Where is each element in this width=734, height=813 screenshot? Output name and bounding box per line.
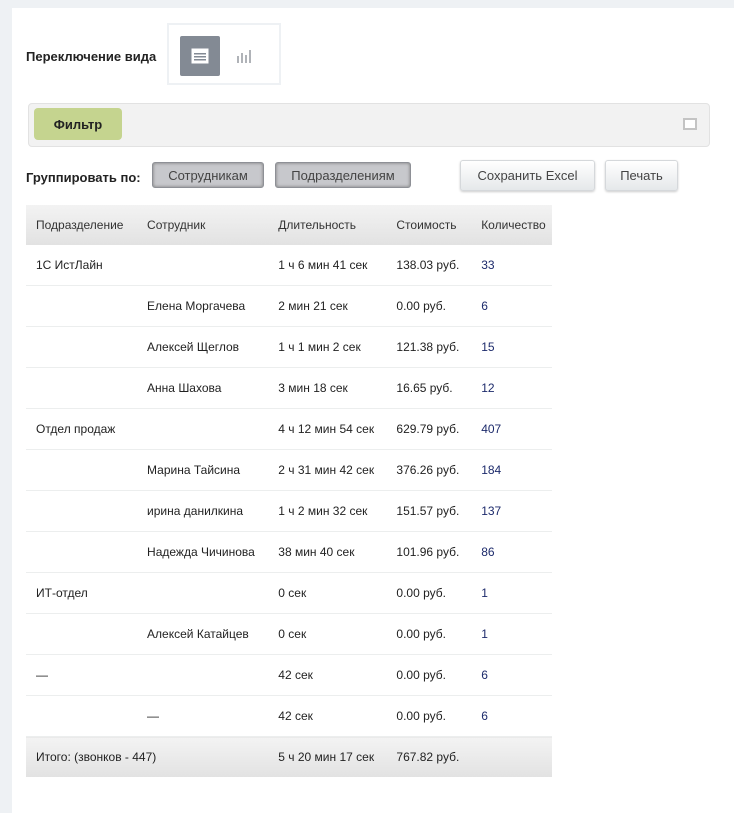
employee-cell: Алексей Щеглов	[137, 326, 269, 368]
cost-cell: 121.38 руб.	[386, 326, 472, 368]
table-row: ИТ-отдел 0 сек 0.00 руб. 1	[26, 572, 552, 614]
department-cell	[26, 490, 138, 532]
department-cell	[26, 531, 138, 573]
column-header: Количество	[471, 205, 552, 245]
table-row: Марина Тайсина 2 ч 31 мин 42 сек 376.26 ру…	[26, 449, 552, 491]
employee-cell	[137, 408, 269, 450]
count-cell: 137	[471, 490, 552, 532]
count-cell: 6	[471, 695, 552, 737]
column-header: Сотрудник	[137, 205, 269, 245]
table-row: 1С ИстЛайн 1 ч 6 мин 41 сек 138.03 руб. 33	[26, 245, 552, 286]
cost-cell: 0.00 руб.	[386, 285, 472, 327]
department-cell	[26, 695, 138, 737]
total-count	[471, 736, 552, 777]
department-cell	[26, 367, 138, 409]
employee-cell: Анна Шахова	[137, 367, 269, 409]
cost-cell: 376.26 руб.	[386, 449, 472, 491]
duration-cell: 1 ч 2 мин 32 сек	[268, 490, 387, 532]
duration-cell: 2 мин 21 сек	[268, 285, 387, 327]
count-cell: 33	[471, 245, 552, 286]
department-cell: 1С ИстЛайн	[26, 245, 138, 286]
total-label: Итого: (звонков - 447)	[26, 736, 269, 777]
cost-cell: 151.57 руб.	[386, 490, 472, 532]
employee-cell	[137, 245, 269, 286]
print-button[interactable]: Печать	[605, 160, 678, 191]
save-excel-button[interactable]: Сохранить Excel	[460, 160, 595, 191]
duration-cell: 0 сек	[268, 613, 387, 655]
table-row: Анна Шахова 3 мин 18 сек 16.65 руб. 12	[26, 367, 552, 409]
department-cell	[26, 613, 138, 655]
duration-cell: 38 мин 40 сек	[268, 531, 387, 573]
table-row: Елена Моргачева 2 мин 21 сек 0.00 руб. 6	[26, 285, 552, 327]
group-by-label: Группировать по:	[26, 170, 141, 185]
chart-view-button[interactable]	[224, 36, 264, 76]
column-header: Длительность	[268, 205, 387, 245]
count-cell: 12	[471, 367, 552, 409]
filter-panel: Фильтр	[28, 103, 710, 147]
count-cell: 6	[471, 285, 552, 327]
department-cell	[26, 285, 138, 327]
cost-cell: 629.79 руб.	[386, 408, 472, 450]
expand-icon[interactable]	[683, 118, 697, 130]
department-cell	[26, 449, 138, 491]
duration-cell: 1 ч 1 мин 2 сек	[268, 326, 387, 368]
table-row: Отдел продаж 4 ч 12 мин 54 сек 629.79 руб.…	[26, 408, 552, 450]
duration-cell: 4 ч 12 мин 54 сек	[268, 408, 387, 450]
employee-cell: —	[137, 695, 269, 737]
duration-cell: 1 ч 6 мин 41 сек	[268, 245, 387, 286]
department-cell	[26, 326, 138, 368]
count-cell: 86	[471, 531, 552, 573]
table-view-icon	[191, 48, 209, 64]
table-row: Надежда Чичинова 38 мин 40 сек 101.96 руб.…	[26, 531, 552, 573]
table-row: ирина данилкина 1 ч 2 мин 32 сек 151.57 ру…	[26, 490, 552, 532]
count-cell: 184	[471, 449, 552, 491]
cost-cell: 0.00 руб.	[386, 654, 472, 696]
cost-cell: 138.03 руб.	[386, 245, 472, 286]
duration-cell: 3 мин 18 сек	[268, 367, 387, 409]
cost-cell: 101.96 руб.	[386, 531, 472, 573]
department-cell: Отдел продаж	[26, 408, 138, 450]
view-switch	[167, 23, 281, 85]
cost-cell: 0.00 руб.	[386, 572, 472, 614]
table-view-button[interactable]	[180, 36, 220, 76]
cost-cell: 16.65 руб.	[386, 367, 472, 409]
employee-cell	[137, 654, 269, 696]
duration-cell: 0 сек	[268, 572, 387, 614]
cost-cell: 0.00 руб.	[386, 613, 472, 655]
department-cell: ИТ-отдел	[26, 572, 138, 614]
employee-cell: Марина Тайсина	[137, 449, 269, 491]
count-cell: 1	[471, 572, 552, 614]
column-header: Стоимость	[386, 205, 472, 245]
duration-cell: 42 сек	[268, 695, 387, 737]
table-row: Алексей Щеглов 1 ч 1 мин 2 сек 121.38 руб.…	[26, 326, 552, 368]
total-cost: 767.82 руб.	[386, 736, 472, 777]
count-cell: 407	[471, 408, 552, 450]
filter-button[interactable]: Фильтр	[34, 108, 122, 140]
table-row: —42 сек 0.00 руб. 6	[26, 695, 552, 737]
employee-cell	[137, 572, 269, 614]
total-duration: 5 ч 20 мин 17 сек	[268, 736, 387, 777]
report-table: Подразделение Сотрудник Длительность Стоимо…	[26, 205, 552, 777]
report-page: Переключение вида Фильтр Группировать по…	[12, 8, 734, 813]
employee-cell: Алексей Катайцев	[137, 613, 269, 655]
bar-chart-icon	[237, 50, 251, 63]
count-cell: 6	[471, 654, 552, 696]
employee-cell: ирина данилкина	[137, 490, 269, 532]
table-row: — 42 сек 0.00 руб. 6	[26, 654, 552, 696]
department-cell: —	[26, 654, 138, 696]
total-row: Итого: (звонков - 447) 5 ч 20 мин 17 сек 7…	[26, 736, 552, 777]
duration-cell: 2 ч 31 мин 42 сек	[268, 449, 387, 491]
view-switch-label: Переключение вида	[26, 49, 157, 64]
cost-cell: 0.00 руб.	[386, 695, 472, 737]
duration-cell: 42 сек	[268, 654, 387, 696]
group-by-departments-button[interactable]: Подразделениям	[275, 162, 411, 188]
count-cell: 1	[471, 613, 552, 655]
group-by-employees-button[interactable]: Сотрудникам	[152, 162, 264, 188]
count-cell: 15	[471, 326, 552, 368]
table-row: Алексей Катайцев 0 сек 0.00 руб. 1	[26, 613, 552, 655]
employee-cell: Елена Моргачева	[137, 285, 269, 327]
column-header: Подразделение	[26, 205, 138, 245]
employee-cell: Надежда Чичинова	[137, 531, 269, 573]
